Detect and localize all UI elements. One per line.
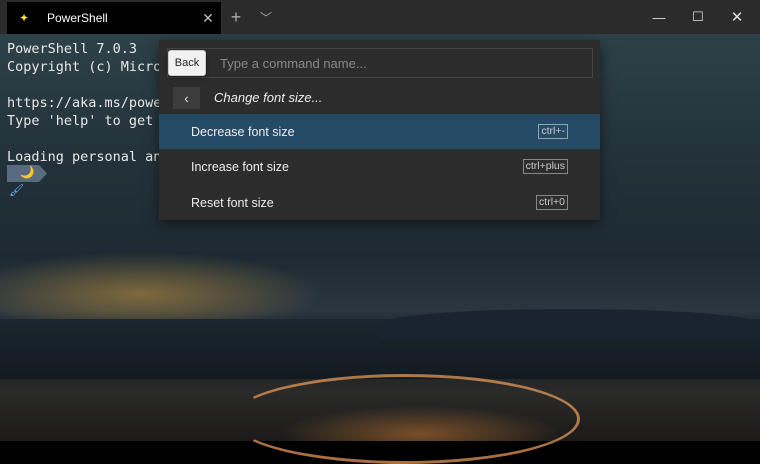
terminal-line: Loading personal an xyxy=(7,148,161,166)
back-tooltip: Back xyxy=(168,50,206,76)
brush-icon: 🖌 xyxy=(9,183,24,197)
command-palette: Type a command name... ‹ Change font siz… xyxy=(159,40,600,220)
terminal-line: Type 'help' to get xyxy=(7,112,161,130)
dropdown-chevron-icon[interactable]: ﹀ xyxy=(251,0,281,34)
moon-icon: 🌙 xyxy=(7,165,47,182)
keybinding-badge: ctrl+- xyxy=(538,124,568,139)
keybinding-badge: ctrl+plus xyxy=(523,159,568,174)
tab-title: PowerShell xyxy=(47,11,195,25)
nested-command-title: Change font size... xyxy=(214,90,322,105)
command-item-decrease-font-size[interactable]: Decrease font sizectrl+- xyxy=(159,114,600,149)
command-label: Decrease font size xyxy=(191,125,538,139)
new-tab-button[interactable]: + xyxy=(221,0,251,34)
close-tab-icon[interactable]: ✕ xyxy=(195,10,221,27)
close-window-button[interactable]: ✕ xyxy=(714,0,760,34)
keybinding-badge: ctrl+0 xyxy=(536,195,568,210)
command-label: Increase font size xyxy=(191,160,523,174)
terminal-line: Copyright (c) Micro xyxy=(7,58,161,76)
command-item-reset-font-size[interactable]: Reset font sizectrl+0 xyxy=(159,185,600,220)
tab-powershell[interactable]: ✦ PowerShell ✕ xyxy=(7,2,221,34)
command-item-increase-font-size[interactable]: Increase font sizectrl+plus xyxy=(159,149,600,184)
command-label: Reset font size xyxy=(191,196,536,210)
sparkle-icon: ✦ xyxy=(19,11,33,25)
terminal-line: PowerShell 7.0.3 xyxy=(7,40,161,58)
command-search-input[interactable]: Type a command name... xyxy=(167,48,593,78)
back-button[interactable]: ‹ xyxy=(173,87,200,109)
terminal-line: https://aka.ms/powe xyxy=(7,94,161,112)
chevron-left-icon: ‹ xyxy=(184,90,189,106)
terminal-output[interactable]: PowerShell 7.0.3Copyright (c) Micro http… xyxy=(7,40,161,166)
